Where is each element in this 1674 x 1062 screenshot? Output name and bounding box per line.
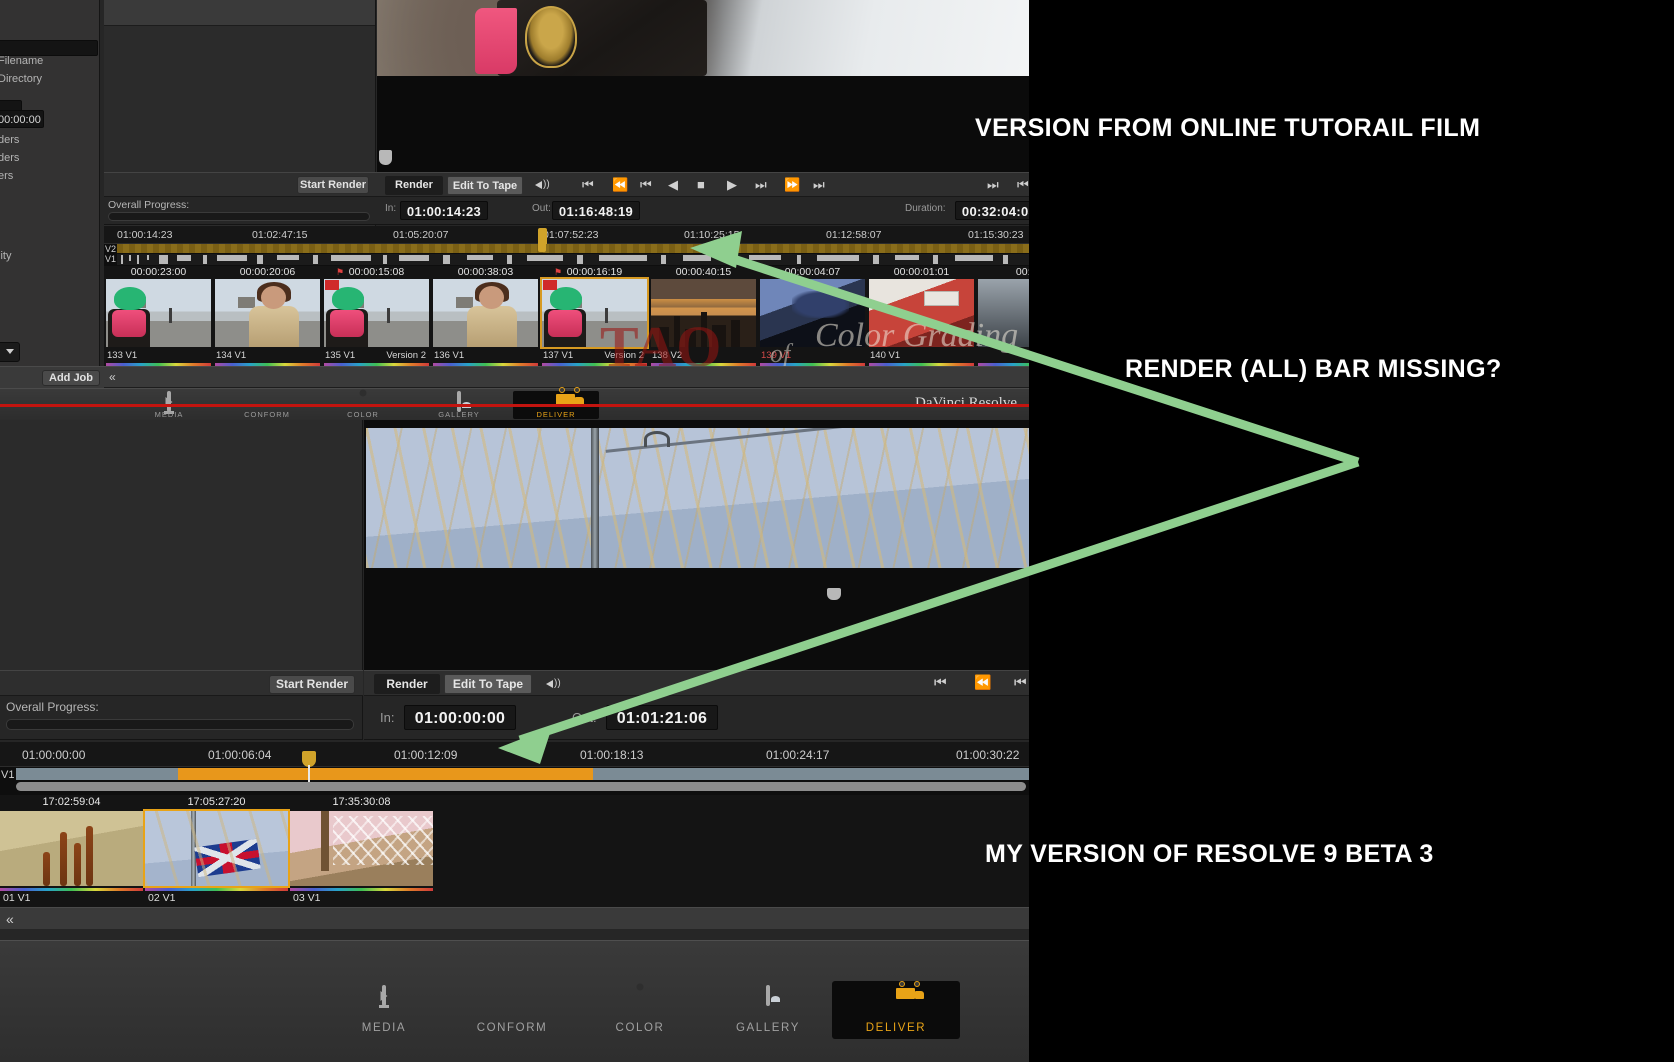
annotation-middle-text: RENDER (ALL) BAR MISSING? <box>1125 355 1502 383</box>
annotation-bottom-text: MY VERSION OF RESOLVE 9 BETA 3 <box>985 840 1434 868</box>
annotation-top-text: VERSION FROM ONLINE TUTORAIL FILM <box>975 114 1481 142</box>
annotation-arrows <box>498 231 1360 764</box>
